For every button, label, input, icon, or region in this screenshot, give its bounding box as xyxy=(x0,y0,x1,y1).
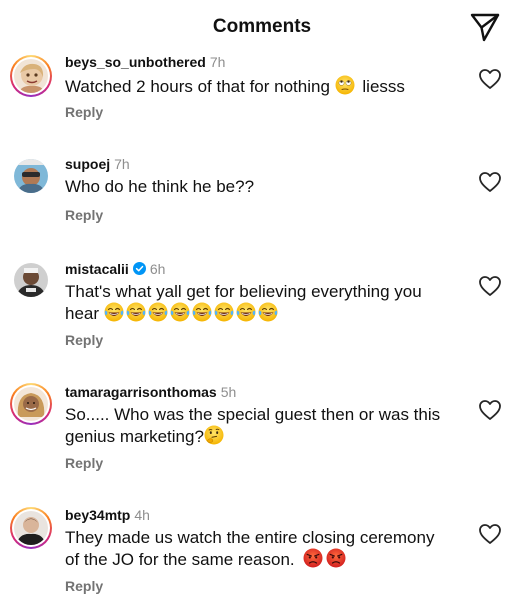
reply-button[interactable]: Reply xyxy=(65,455,103,471)
heart-icon[interactable] xyxy=(478,68,502,90)
comments-header: Comments xyxy=(0,0,524,50)
comment-time: 6h xyxy=(149,261,166,277)
avatar xyxy=(14,387,48,421)
avatar xyxy=(14,263,48,297)
comment-text-line: Watched 2 hours of that for nothing xyxy=(65,77,330,96)
avatar-ring[interactable] xyxy=(10,155,52,197)
reply-button[interactable]: Reply xyxy=(65,578,103,594)
reply-button[interactable]: Reply xyxy=(65,207,103,223)
comment-text-line: of the JO for the same reason. xyxy=(65,548,465,570)
heart-icon[interactable] xyxy=(478,275,502,297)
face-with-tears-of-joy-icon xyxy=(170,302,190,322)
avatar xyxy=(14,159,48,193)
comment-username[interactable]: bey34mtp xyxy=(65,507,130,523)
comment-text: Watched 2 hours of that for nothing lies… xyxy=(65,75,465,97)
avatar-story-ring[interactable] xyxy=(10,507,52,549)
avatar-story-ring[interactable] xyxy=(10,383,52,425)
avatar xyxy=(14,59,48,93)
paper-plane-icon[interactable] xyxy=(469,11,501,43)
face-with-rolling-eyes-icon xyxy=(335,75,355,95)
comment-meta: bey34mtp 4h xyxy=(65,506,150,524)
reply-button[interactable]: Reply xyxy=(65,332,103,348)
comment-text: That's what yall get for believing every… xyxy=(65,282,465,324)
comment-meta: mistacalii 6h xyxy=(65,260,165,278)
face-with-tears-of-joy-icon xyxy=(258,302,278,322)
comment-time: 7h xyxy=(114,156,130,172)
comment-time: 5h xyxy=(220,384,237,400)
comment-username[interactable]: supoej xyxy=(65,156,110,172)
heart-icon[interactable] xyxy=(478,399,502,421)
comment-username[interactable]: beys_so_unbothered xyxy=(65,54,206,70)
comment-text-line: hear xyxy=(65,302,465,324)
face-with-tears-of-joy-icon xyxy=(104,302,124,322)
comment-text-word: hear xyxy=(65,304,100,323)
comment-meta: supoej 7h xyxy=(65,155,130,173)
page-title: Comments xyxy=(212,16,312,37)
comment-text-line: So..... Who was the special guest then o… xyxy=(65,405,441,424)
face-with-tears-of-joy-icon xyxy=(126,302,146,322)
comment-text: Who do he think he be?? xyxy=(65,177,255,196)
comment-time: 7h xyxy=(209,54,226,70)
avatar-story-ring[interactable] xyxy=(10,55,52,97)
face-with-tears-of-joy-icon xyxy=(192,302,212,322)
face-with-tears-of-joy-icon xyxy=(214,302,234,322)
avatar-ring[interactable] xyxy=(10,259,52,301)
comment-meta: tamaragarrisonthomas 5h xyxy=(65,383,236,401)
pouting-face-icon xyxy=(326,548,346,568)
heart-icon[interactable] xyxy=(478,171,502,193)
heart-icon[interactable] xyxy=(478,523,502,545)
comment-username[interactable]: tamaragarrisonthomas xyxy=(65,384,217,400)
face-with-tears-of-joy-icon xyxy=(148,302,168,322)
comment-text-line: genius marketing? xyxy=(65,425,465,447)
comment-username[interactable]: mistacalii xyxy=(65,261,129,277)
reply-button[interactable]: Reply xyxy=(65,104,103,120)
comment-text-tail: liesss xyxy=(362,77,405,96)
pouting-face-icon xyxy=(303,548,323,568)
comment-text: So..... Who was the special guest then o… xyxy=(65,405,465,447)
comment-text-word: of the JO for the same reason. xyxy=(65,550,295,569)
thinking-face-icon xyxy=(204,425,224,445)
comment-text-word: genius marketing? xyxy=(65,427,204,446)
comment-time: 4h xyxy=(134,507,150,523)
avatar xyxy=(14,511,48,545)
comment-meta: beys_so_unbothered 7h xyxy=(65,53,225,71)
face-with-tears-of-joy-icon xyxy=(236,302,256,322)
verified-badge-icon xyxy=(132,262,146,275)
comment-text-line: They made us watch the entire closing ce… xyxy=(65,528,435,547)
comment-text-line: That's what yall get for believing every… xyxy=(65,282,422,301)
comment-text: They made us watch the entire closing ce… xyxy=(65,528,465,570)
